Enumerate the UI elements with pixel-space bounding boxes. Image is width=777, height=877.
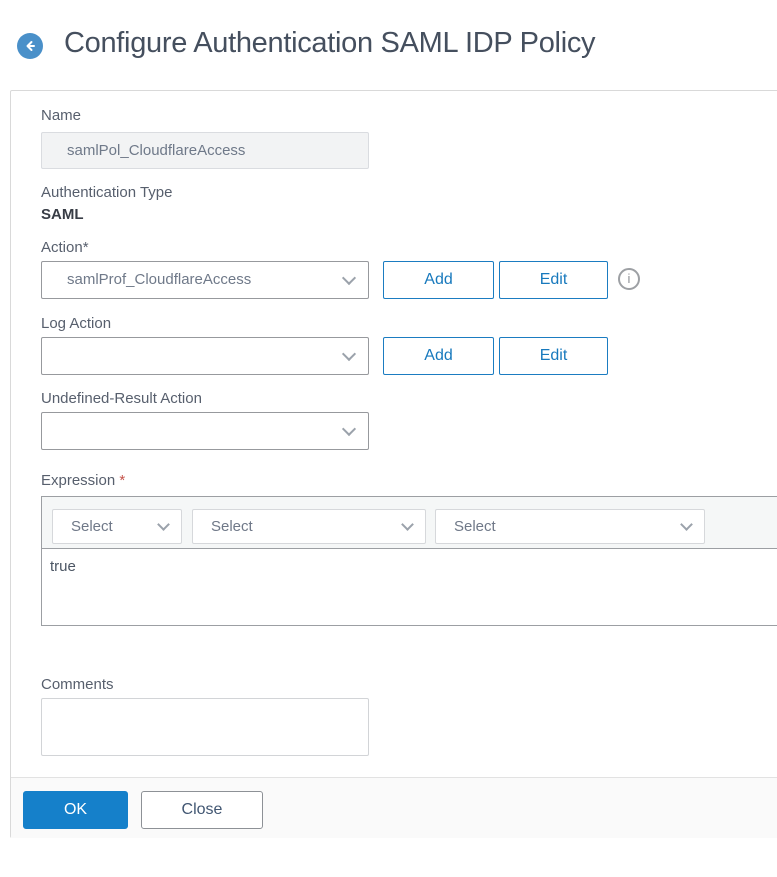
- action-select-value: samlProf_CloudflareAccess: [67, 271, 252, 288]
- close-button[interactable]: Close: [141, 791, 263, 829]
- action-label: Action*: [41, 239, 89, 256]
- expression-select-2[interactable]: Select: [192, 509, 426, 544]
- expression-select-3-value: Select: [454, 518, 496, 535]
- name-input[interactable]: [41, 132, 369, 169]
- configure-saml-idp-policy-page: Configure Authentication SAML IDP Policy…: [0, 0, 777, 877]
- log-action-select[interactable]: [41, 337, 369, 375]
- expression-builder: Select Select Select true: [41, 496, 777, 626]
- expression-select-1[interactable]: Select: [52, 509, 182, 544]
- chevron-down-icon: [341, 346, 357, 362]
- undefined-result-action-label: Undefined-Result Action: [41, 390, 202, 407]
- page-title: Configure Authentication SAML IDP Policy: [64, 27, 596, 59]
- authentication-type-value: SAML: [41, 206, 84, 223]
- action-edit-button[interactable]: Edit: [499, 261, 608, 299]
- expression-label: Expression *: [41, 472, 125, 489]
- log-action-label: Log Action: [41, 315, 112, 332]
- chevron-down-icon: [341, 421, 357, 437]
- back-button[interactable]: [17, 33, 43, 59]
- action-add-button[interactable]: Add: [383, 261, 494, 299]
- log-action-edit-button[interactable]: Edit: [499, 337, 608, 375]
- comments-label: Comments: [41, 676, 114, 693]
- expression-select-2-value: Select: [211, 518, 253, 535]
- info-icon[interactable]: i: [618, 268, 640, 290]
- comments-input[interactable]: [41, 698, 369, 756]
- form-panel: Name Authentication Type SAML Action* sa…: [10, 90, 777, 838]
- action-select[interactable]: samlProf_CloudflareAccess: [41, 261, 369, 299]
- required-asterisk: *: [119, 472, 126, 489]
- expression-select-3[interactable]: Select: [435, 509, 705, 544]
- form-footer: OK Close: [11, 777, 777, 838]
- expression-label-text: Expression: [41, 472, 116, 489]
- chevron-down-icon: [157, 518, 170, 531]
- chevron-down-icon: [680, 518, 693, 531]
- name-label: Name: [41, 107, 82, 124]
- expression-input[interactable]: true: [42, 549, 777, 624]
- undefined-result-action-select[interactable]: [41, 412, 369, 450]
- authentication-type-label: Authentication Type: [41, 184, 173, 201]
- log-action-add-button[interactable]: Add: [383, 337, 494, 375]
- ok-button[interactable]: OK: [23, 791, 128, 829]
- chevron-down-icon: [341, 270, 357, 286]
- expression-select-1-value: Select: [71, 518, 113, 535]
- chevron-down-icon: [401, 518, 414, 531]
- arrow-left-icon: [23, 39, 37, 53]
- expression-builder-toolbar: Select Select Select: [42, 497, 777, 549]
